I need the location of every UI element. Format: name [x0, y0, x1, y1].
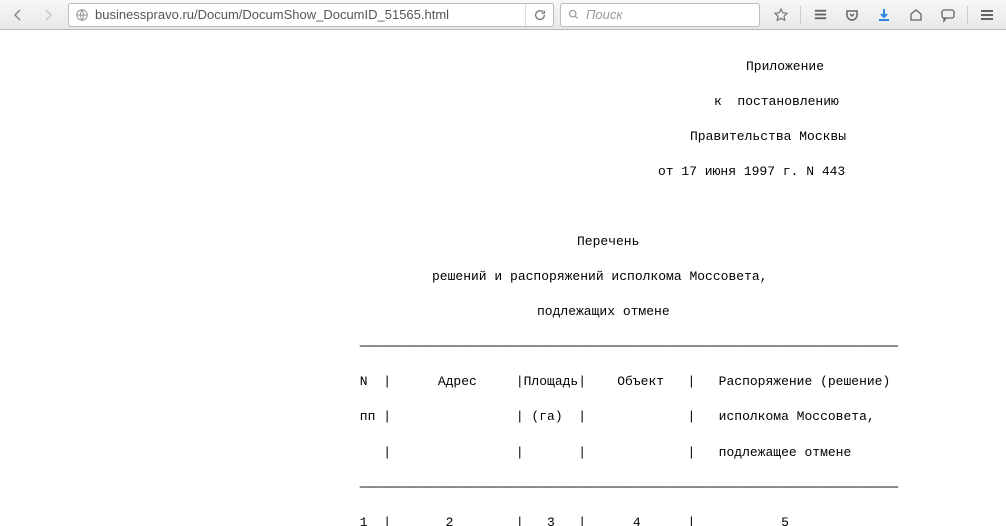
table-header: пп | | (га) | | исполкома Моссовета, — [352, 408, 1006, 426]
chat-icon — [940, 7, 956, 23]
arrow-right-icon — [40, 7, 56, 23]
pocket-icon — [844, 7, 860, 23]
table-header: | | | | подлежащее отмене — [352, 444, 1006, 462]
star-icon — [773, 7, 789, 23]
table-rule: ────────────────────────────────────────… — [352, 338, 1006, 356]
table-header: N | Адрес |Площадь| Объект | Распоряжени… — [352, 373, 1006, 391]
hamburger-icon — [979, 7, 995, 23]
list-icon — [813, 7, 828, 22]
blank-line — [352, 198, 1006, 216]
globe-icon — [75, 8, 89, 22]
appendix-line: от 17 июня 1997 г. N 443 — [352, 163, 1006, 181]
reload-button[interactable] — [525, 4, 553, 26]
arrow-left-icon — [10, 7, 26, 23]
chat-button[interactable] — [933, 3, 963, 27]
url-text: businesspravo.ru/Docum/DocumShow_DocumID… — [95, 7, 519, 22]
home-button[interactable] — [901, 3, 931, 27]
search-placeholder: Поиск — [586, 7, 623, 22]
downloads-button[interactable] — [869, 3, 899, 27]
toolbar-icons — [766, 3, 1002, 27]
reload-icon — [533, 8, 547, 22]
title-line: решений и распоряжений исполкома Моссове… — [352, 268, 1006, 286]
document-viewport: Приложение к постановлению Правительства… — [0, 30, 1006, 526]
search-bar[interactable]: Поиск — [560, 3, 760, 27]
back-button[interactable] — [4, 3, 32, 27]
search-icon — [567, 8, 580, 21]
table-rule: ────────────────────────────────────────… — [352, 479, 1006, 497]
reader-button[interactable] — [805, 3, 835, 27]
home-icon — [908, 7, 924, 23]
download-icon — [876, 7, 892, 23]
pocket-button[interactable] — [837, 3, 867, 27]
menu-button[interactable] — [972, 3, 1002, 27]
separator — [800, 6, 801, 24]
address-bar[interactable]: businesspravo.ru/Docum/DocumShow_DocumID… — [68, 3, 554, 27]
appendix-line: Приложение — [352, 58, 1006, 76]
browser-toolbar: businesspravo.ru/Docum/DocumShow_DocumID… — [0, 0, 1006, 30]
appendix-line: к постановлению — [352, 93, 1006, 111]
separator — [967, 6, 968, 24]
bookmark-button[interactable] — [766, 3, 796, 27]
title-line: подлежащих отмене — [352, 303, 1006, 321]
document-body: Приложение к постановлению Правительства… — [0, 30, 1006, 526]
table-colnums: 1 | 2 | 3 | 4 | 5 — [352, 514, 1006, 526]
appendix-line: Правительства Москвы — [352, 128, 1006, 146]
forward-button[interactable] — [34, 3, 62, 27]
title-line: Перечень — [352, 233, 1006, 251]
